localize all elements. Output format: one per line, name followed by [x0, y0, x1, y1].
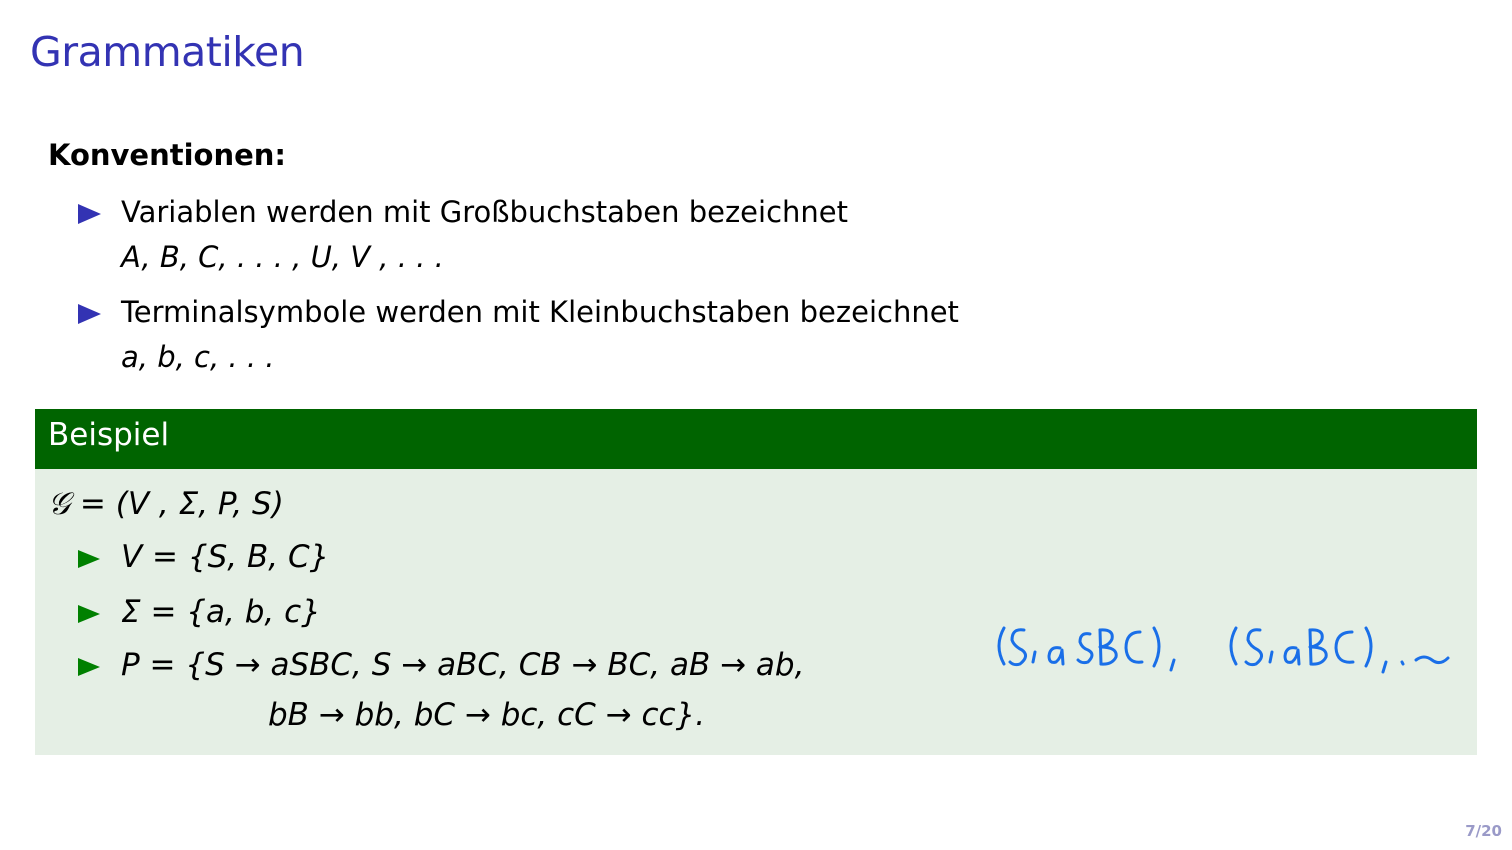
grammar-definition: 𝒢 = (V , Σ, P, S) — [48, 486, 284, 522]
terminals-set: Σ = {a, b, c} — [121, 594, 321, 630]
bullet-triangle-icon — [78, 550, 100, 568]
example-block-header: Beispiel — [35, 409, 1477, 469]
frame-title: Grammatiken — [30, 28, 305, 76]
productions-line-2: bB → bb, bC → bc, cC → cc}. — [268, 697, 706, 733]
example-block-title: Beispiel — [48, 417, 170, 453]
convention-math: a, b, c, . . . — [121, 340, 275, 374]
convention-text: Variablen werden mit Großbuchstaben beze… — [121, 195, 848, 229]
convention-text: Terminalsymbole werden mit Kleinbuchstab… — [121, 295, 959, 329]
convention-math: A, B, C, . . . , U, V , . . . — [121, 240, 444, 274]
handwritten-annotation — [997, 626, 1450, 674]
bullet-triangle-icon — [78, 304, 101, 324]
example-block: Beispiel 𝒢 = (V , Σ, P, S) V = {S, B, C}… — [35, 409, 1477, 755]
page-number: 7/20 — [1465, 822, 1502, 840]
bullet-triangle-icon — [78, 658, 100, 676]
variables-set: V = {S, B, C} — [121, 539, 330, 575]
bullet-triangle-icon — [78, 204, 101, 224]
productions-line-1: P = {S → aSBC, S → aBC, CB → BC, aB → ab… — [121, 647, 805, 683]
bullet-triangle-icon — [78, 605, 100, 623]
conventions-heading: Konventionen: — [48, 138, 287, 172]
